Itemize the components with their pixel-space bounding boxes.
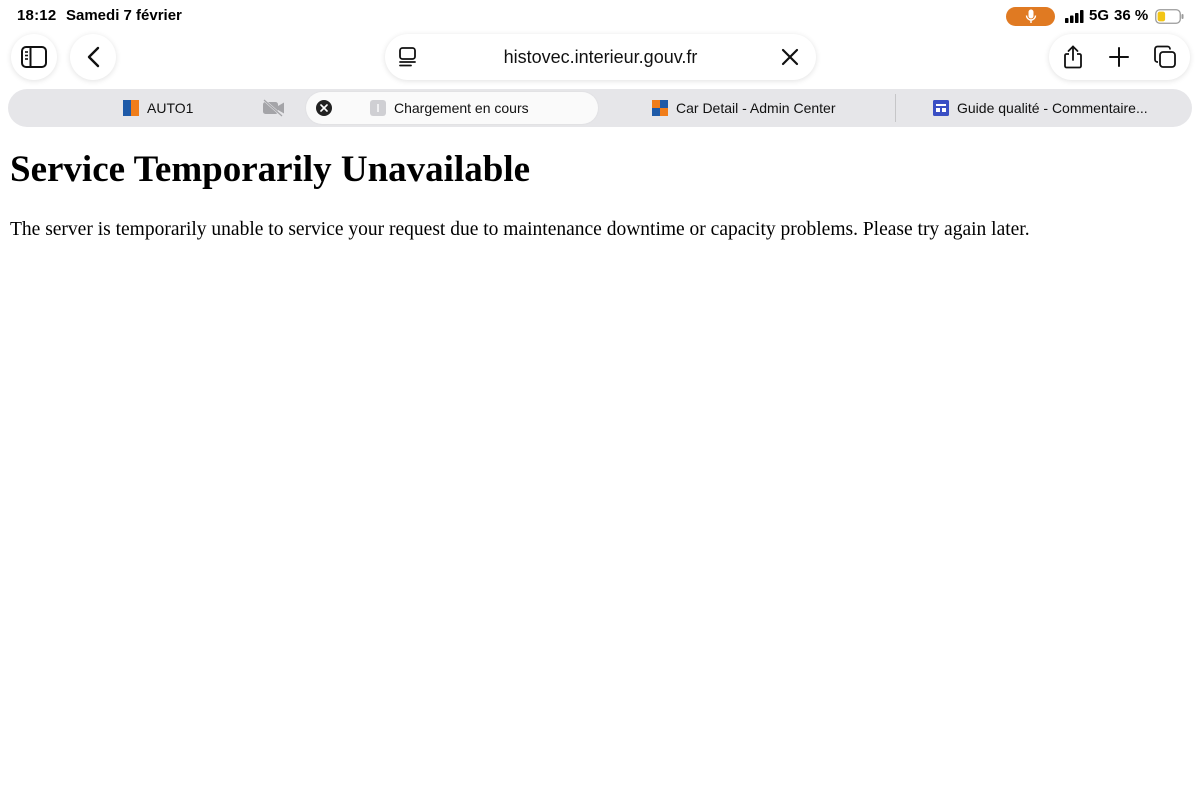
tab-bar: AUTO1 Chargement en cours Car Detail - A… [8, 89, 1192, 127]
battery-percent: 36 % [1114, 7, 1149, 24]
tabs-overview-icon[interactable] [1153, 45, 1177, 69]
reader-icon[interactable] [397, 46, 419, 68]
tab-label: Car Detail - Admin Center [676, 100, 836, 116]
microphone-indicator[interactable] [1006, 7, 1055, 26]
microphone-icon [1025, 9, 1036, 23]
back-icon [87, 46, 100, 68]
network-type: 5G [1089, 7, 1110, 24]
status-bar: 18:12 Samedi 7 février 5G 36 % [0, 0, 1200, 34]
camera-off-icon [263, 99, 284, 117]
loading-favicon [370, 100, 386, 116]
close-tab-icon[interactable] [316, 100, 332, 116]
status-date: Samedi 7 février [66, 7, 182, 24]
cellular-signal-icon [1065, 10, 1084, 23]
tab-loading[interactable]: Chargement en cours [370, 89, 529, 127]
status-time: 18:12 [17, 7, 57, 24]
back-button[interactable] [70, 34, 116, 80]
toolbar-actions [1049, 34, 1190, 80]
error-message: The server is temporarily unable to serv… [10, 219, 1030, 240]
tab-guide-qualite[interactable]: Guide qualité - Commentaire... [933, 89, 1148, 127]
share-icon[interactable] [1061, 45, 1085, 69]
tab-auto1[interactable]: AUTO1 [123, 89, 193, 127]
battery-icon [1155, 9, 1184, 24]
tab-label: Chargement en cours [394, 100, 529, 116]
admin-favicon [652, 100, 668, 116]
tab-car-detail[interactable]: Car Detail - Admin Center [652, 89, 836, 127]
page-content: Service Temporarily Unavailable The serv… [10, 148, 1190, 243]
sidebar-button[interactable] [11, 34, 57, 80]
tab-divider [895, 94, 896, 122]
tab-label: Guide qualité - Commentaire... [957, 100, 1148, 116]
sidebar-icon [21, 46, 47, 68]
tab-label: AUTO1 [147, 100, 194, 116]
guide-favicon [933, 100, 949, 116]
new-tab-icon[interactable] [1107, 45, 1131, 69]
url-text[interactable]: histovec.interieur.gouv.fr [445, 47, 756, 68]
page-title: Service Temporarily Unavailable [10, 149, 531, 190]
address-bar[interactable]: histovec.interieur.gouv.fr [385, 34, 816, 80]
auto1-favicon [123, 100, 139, 116]
stop-loading-icon[interactable] [780, 47, 800, 67]
